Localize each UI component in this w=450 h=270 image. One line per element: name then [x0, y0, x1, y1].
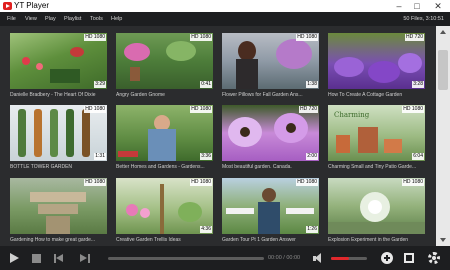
scroll-down-arrow-icon[interactable] [440, 238, 446, 242]
quality-badge: HD 1080 [190, 34, 212, 41]
quality-badge: HD 1080 [296, 34, 318, 41]
duration-label: 6:04 [412, 153, 424, 160]
menu-tools[interactable]: Tools [90, 12, 103, 26]
add-icon[interactable] [381, 252, 393, 264]
quality-badge: HD 1080 [190, 179, 212, 186]
video-title: Creative Garden Trellis Ideas [116, 237, 181, 243]
quality-badge: HD 1080 [190, 106, 212, 113]
video-thumbnail[interactable]: Charming HD 1080 6:04 [328, 105, 425, 161]
video-title: Explosion Experiment in the Garden [328, 237, 409, 243]
title-bar: YT Player – □ ✕ [0, 0, 450, 12]
video-title: Danielle Bradbery - The Heart Of Dixie [10, 92, 96, 98]
player-controls: 00:00 / 00:00 [0, 246, 450, 270]
duration-label: 3:29 [94, 81, 106, 88]
video-title: Most beautiful garden. Canada. [222, 164, 292, 170]
video-grid: HD 1080 3:29 Danielle Bradbery - The Hea… [0, 26, 436, 246]
minimize-button[interactable]: – [390, 0, 408, 12]
time-display: 00:00 / 00:00 [268, 255, 301, 261]
quality-badge: HD 720 [405, 34, 424, 41]
video-thumbnail[interactable]: HD 1080 0:41 [116, 33, 213, 89]
video-title: Charming Small and Tiny Patio Garde... [328, 164, 417, 170]
window-title: YT Player [14, 1, 49, 10]
stop-icon[interactable] [32, 254, 41, 263]
video-title: Garden Tour Pt 1 Garden Answer [222, 237, 296, 243]
menu-playlist[interactable]: Playlist [64, 12, 81, 26]
menu-play[interactable]: Play [45, 12, 56, 26]
duration-label: 1:38 [306, 81, 318, 88]
quality-badge: HD 1080 [84, 106, 106, 113]
settings-gear-icon[interactable] [428, 252, 440, 264]
next-icon[interactable] [80, 254, 90, 263]
app-logo-icon [3, 2, 12, 10]
vertical-scrollbar[interactable] [436, 26, 450, 246]
quality-badge: HD 1080 [402, 106, 424, 113]
file-count-duration: 50 Files, 3:10:51 [403, 16, 444, 22]
video-thumbnail[interactable]: HD 1080 4:36 [116, 178, 213, 234]
scroll-up-arrow-icon[interactable] [440, 30, 446, 34]
video-thumbnail[interactable]: HD 720 2:00 [222, 105, 319, 161]
seek-bar[interactable] [108, 257, 264, 260]
quality-badge: HD 1080 [84, 179, 106, 186]
video-title: Angry Garden Gnome [116, 92, 165, 98]
play-icon[interactable] [10, 253, 19, 263]
video-title: BOTTLE TOWER GARDEN [10, 164, 73, 170]
video-title: How To Create A Cottage Garden [328, 92, 403, 98]
quality-badge: HD 1080 [296, 179, 318, 186]
video-thumbnail[interactable]: HD 1080 1:31 [10, 105, 107, 161]
close-button[interactable]: ✕ [426, 0, 450, 12]
video-thumbnail[interactable]: HD 1080 3:36 [116, 105, 213, 161]
quality-badge: HD 720 [299, 106, 318, 113]
maximize-button[interactable]: □ [408, 0, 426, 12]
menu-file[interactable]: File [7, 12, 16, 26]
menu-help[interactable]: Help [111, 12, 122, 26]
scroll-thumb[interactable] [438, 50, 448, 90]
video-title: Flower Pillows for Fall Garden Ans... [222, 92, 303, 98]
quality-badge: HD 1080 [84, 34, 106, 41]
menu-bar: File View Play Playlist Tools Help 50 Fi… [0, 12, 450, 26]
video-title: Gardening How to make great garde... [10, 237, 96, 243]
duration-label: 4:36 [200, 226, 212, 233]
volume-level-fill [331, 257, 349, 260]
volume-slider[interactable] [331, 257, 367, 260]
menu-view[interactable]: View [25, 12, 37, 26]
duration-label: 1:31 [94, 153, 106, 160]
video-thumbnail[interactable]: HD 1080 3:29 [10, 33, 107, 89]
video-title: Better Homes and Gardens - Gardens... [116, 164, 205, 170]
fullscreen-icon[interactable] [404, 253, 414, 263]
video-thumbnail[interactable]: HD 720 3:28 [328, 33, 425, 89]
duration-label: 3:36 [200, 153, 212, 160]
video-thumbnail[interactable]: HD 1080 [10, 178, 107, 234]
duration-label: 3:28 [412, 81, 424, 88]
quality-badge: HD 1080 [402, 179, 424, 186]
video-thumbnail[interactable]: HD 1080 [328, 178, 425, 234]
duration-label: 0:41 [200, 81, 212, 88]
volume-icon[interactable] [313, 253, 327, 264]
video-thumbnail[interactable]: HD 1080 1:38 [222, 33, 319, 89]
duration-label: 2:00 [306, 153, 318, 160]
duration-label: 1:26 [306, 226, 318, 233]
previous-icon[interactable] [54, 254, 64, 263]
video-thumbnail[interactable]: HD 1080 1:26 [222, 178, 319, 234]
